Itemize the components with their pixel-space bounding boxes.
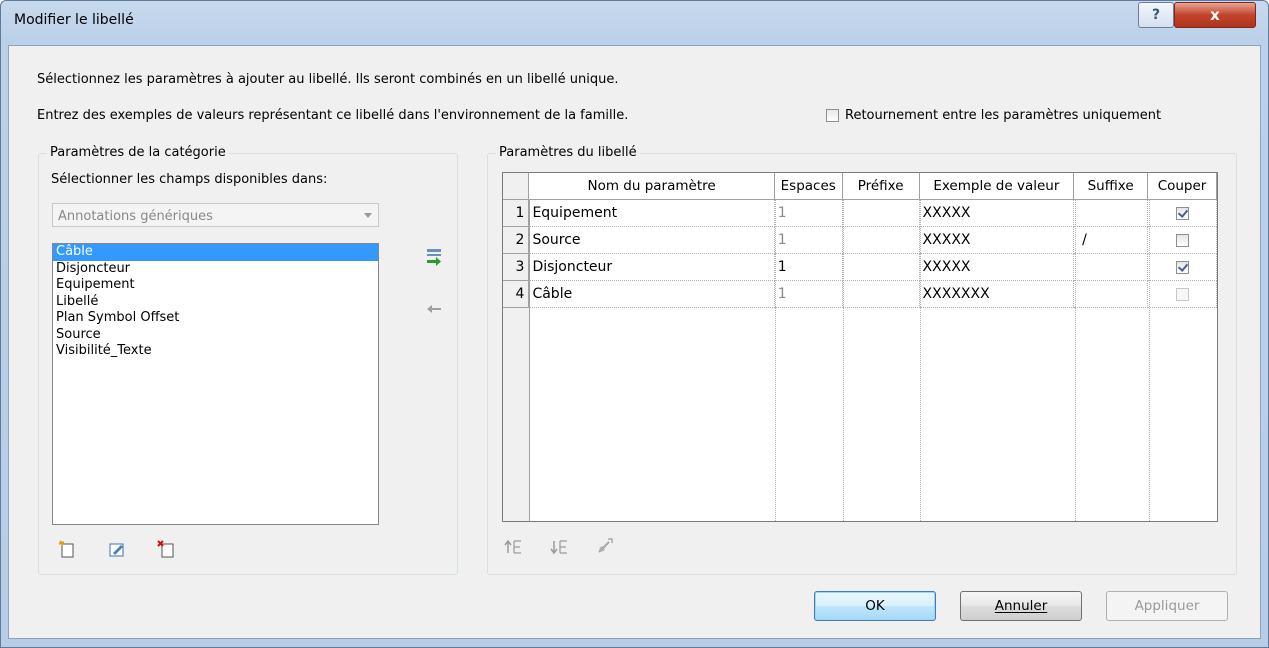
close-button[interactable]: x: [1174, 2, 1256, 28]
sample-value-cell[interactable]: XXXXX: [919, 226, 1075, 254]
row-number[interactable]: 4: [503, 280, 530, 308]
suffix-cell[interactable]: [1073, 280, 1149, 308]
wrap-checkbox[interactable]: [1175, 260, 1189, 274]
category-parameters-title: Paramètres de la catégorie: [47, 145, 229, 160]
row-number[interactable]: 2: [503, 226, 530, 254]
wrap-checkbox[interactable]: [1175, 206, 1189, 220]
table-row[interactable]: 4 Câble 1 XXXXXXX: [503, 280, 1217, 308]
column-header[interactable]: Exemple de valeur: [919, 173, 1075, 200]
spaces-cell[interactable]: 1: [774, 226, 843, 254]
spaces-cell[interactable]: 1: [774, 280, 843, 308]
table-row[interactable]: 3 Disjoncteur 1 XXXXX: [503, 253, 1217, 281]
row-header-corner: [503, 173, 530, 200]
apply-button: Appliquer: [1106, 591, 1228, 621]
new-parameter-icon[interactable]: [57, 539, 77, 559]
list-item[interactable]: Disjoncteur: [53, 261, 378, 278]
wrap-cell[interactable]: [1147, 226, 1217, 254]
label-parameters-group: Paramètres du libellé Nom du paramètre E…: [487, 145, 1237, 575]
dialog-title: Modifier le libellé: [14, 12, 134, 28]
edit-parameter-icon[interactable]: [107, 539, 127, 559]
move-up-icon: [504, 536, 524, 556]
list-item[interactable]: Libellé: [53, 294, 378, 311]
wrap-cell: [1147, 280, 1217, 308]
remove-parameter-arrow-icon: [424, 299, 444, 319]
list-item[interactable]: Visibilité_Texte: [53, 343, 378, 360]
dialog-body: Sélectionnez les paramètres à ajouter au…: [8, 45, 1261, 639]
wrap-checkbox[interactable]: [1175, 233, 1189, 247]
parameter-name-cell[interactable]: Disjoncteur: [528, 253, 775, 281]
parameter-name-cell[interactable]: Equipement: [528, 199, 775, 227]
list-item[interactable]: Source: [53, 327, 378, 344]
sample-value-cell[interactable]: XXXXX: [919, 199, 1075, 227]
title-bar[interactable]: Modifier le libellé ? x: [1, 1, 1268, 43]
intro-line-2: Entrez des exemples de valeurs représent…: [37, 108, 629, 123]
calculated-value-icon: [596, 535, 616, 555]
chevron-down-icon: [364, 213, 372, 218]
close-icon: x: [1210, 6, 1220, 24]
cancel-button-label: Annuler: [994, 598, 1048, 614]
category-combo-value: Annotations génériques: [58, 209, 213, 224]
delete-parameter-icon[interactable]: [156, 539, 176, 559]
suffix-cell[interactable]: [1073, 253, 1149, 281]
wrap-between-params-checkbox[interactable]: [826, 109, 839, 122]
sample-value-cell[interactable]: XXXXX: [919, 253, 1075, 281]
suffix-cell[interactable]: [1073, 199, 1149, 227]
help-button[interactable]: ?: [1138, 2, 1174, 28]
move-down-icon: [550, 536, 570, 556]
sample-value-cell[interactable]: XXXXXXX: [919, 280, 1075, 308]
spaces-cell[interactable]: 1: [774, 253, 843, 281]
list-item[interactable]: Plan Symbol Offset: [53, 310, 378, 327]
add-parameter-arrow-icon[interactable]: [424, 246, 444, 266]
list-item[interactable]: Equipement: [53, 277, 378, 294]
wrap-cell[interactable]: [1147, 253, 1217, 281]
column-header[interactable]: Nom du paramètre: [528, 173, 775, 200]
label-parameters-title: Paramètres du libellé: [496, 145, 640, 160]
parameter-name-cell[interactable]: Câble: [528, 280, 775, 308]
row-number[interactable]: 3: [503, 253, 530, 281]
wrap-between-params-label: Retournement entre les paramètres unique…: [845, 108, 1162, 123]
label-parameters-grid[interactable]: Nom du paramètre Espaces Préfixe Exemple…: [502, 172, 1218, 522]
table-row[interactable]: 2 Source 1 XXXXX /: [503, 226, 1217, 254]
wrap-checkbox: [1175, 287, 1189, 301]
ok-button[interactable]: OK: [814, 591, 936, 621]
prefix-cell[interactable]: [842, 280, 920, 308]
intro-line-1: Sélectionnez les paramètres à ajouter au…: [37, 72, 619, 87]
prefix-cell[interactable]: [842, 253, 920, 281]
cancel-button[interactable]: Annuler: [960, 591, 1082, 621]
dialog-window: Modifier le libellé ? x Sélectionnez les…: [0, 0, 1269, 648]
spaces-cell[interactable]: 1: [774, 199, 843, 227]
row-number[interactable]: 1: [503, 199, 530, 227]
column-header[interactable]: Espaces: [774, 173, 843, 200]
parameter-name-cell[interactable]: Source: [528, 226, 775, 254]
category-combo[interactable]: Annotations génériques: [52, 203, 379, 227]
wrap-cell[interactable]: [1147, 199, 1217, 227]
list-item[interactable]: Câble: [53, 244, 378, 261]
label-parameters-table: Nom du paramètre Espaces Préfixe Exemple…: [503, 173, 1217, 308]
column-header[interactable]: Préfixe: [842, 173, 920, 200]
column-header[interactable]: Suffixe: [1073, 173, 1149, 200]
prefix-cell[interactable]: [842, 226, 920, 254]
table-row[interactable]: 1 Equipement 1 XXXXX: [503, 199, 1217, 227]
category-parameters-group: Paramètres de la catégorie Sélectionner …: [38, 145, 458, 575]
table-header-row: Nom du paramètre Espaces Préfixe Exemple…: [503, 173, 1217, 200]
column-header[interactable]: Couper: [1147, 173, 1217, 200]
prefix-cell[interactable]: [842, 199, 920, 227]
select-fields-label: Sélectionner les champs disponibles dans…: [51, 172, 328, 187]
available-fields-list[interactable]: Câble Disjoncteur Equipement Libellé Pla…: [52, 243, 379, 525]
suffix-cell[interactable]: /: [1073, 226, 1149, 254]
